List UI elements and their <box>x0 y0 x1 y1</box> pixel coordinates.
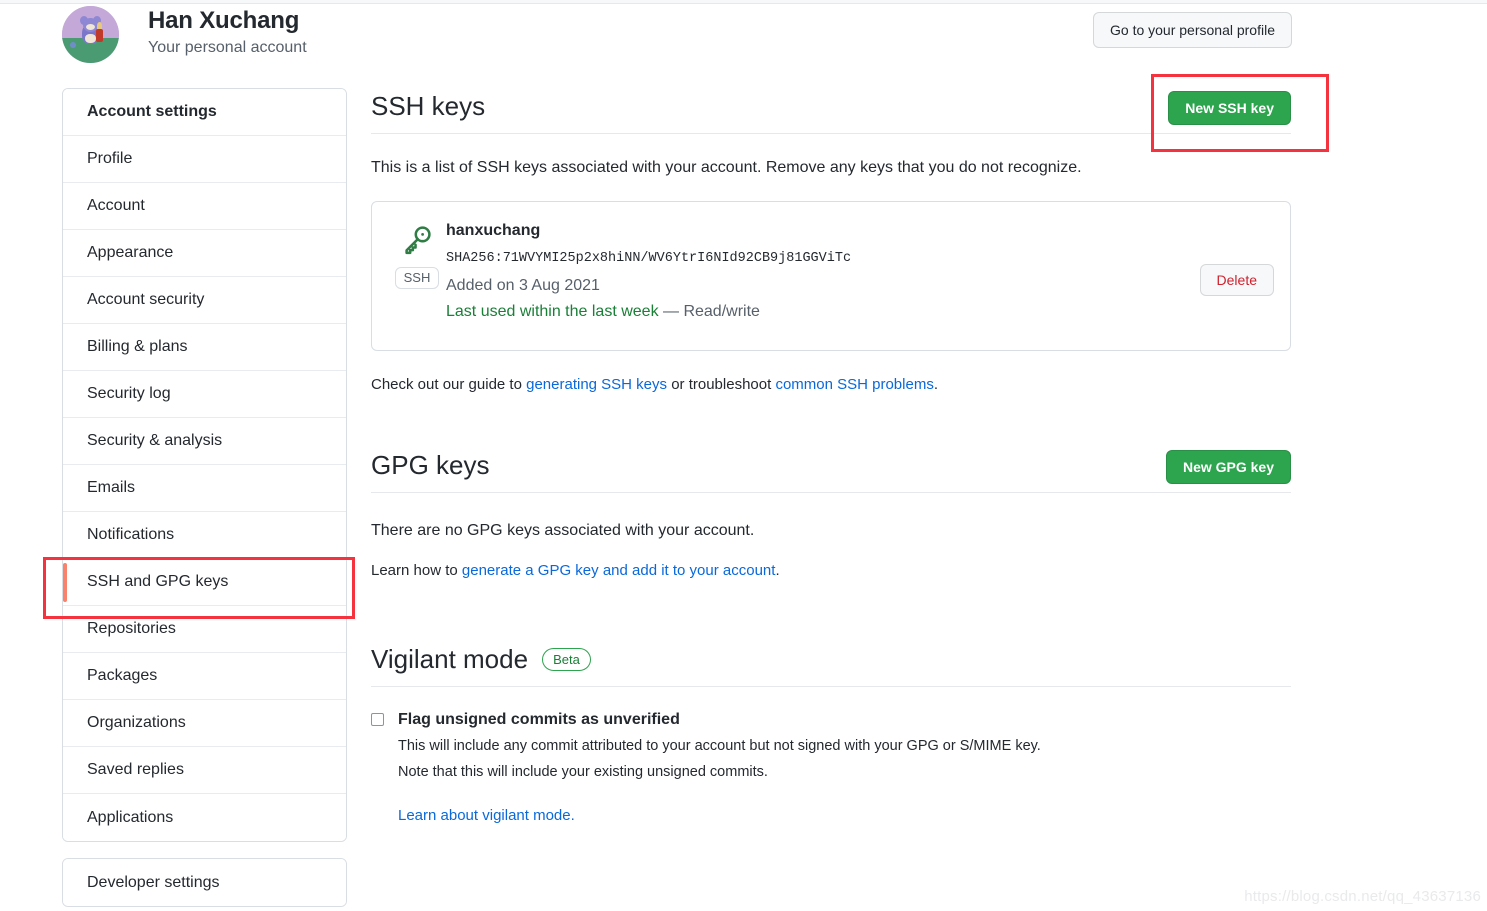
flag-unsigned-commits-texts: Flag unsigned commits as unverified This… <box>398 709 1041 783</box>
ssh-keys-section-header: SSH keys New SSH key <box>371 88 1291 134</box>
sidebar-item-developer-settings[interactable]: Developer settings <box>63 859 346 906</box>
sidebar-item-account-security[interactable]: Account security <box>63 277 346 324</box>
sidebar-item-ssh-and-gpg-keys[interactable]: SSH and GPG keys <box>63 559 346 606</box>
sidebar-item-notifications[interactable]: Notifications <box>63 512 346 559</box>
sidebar-item-packages[interactable]: Packages <box>63 653 346 700</box>
sidebar-item-saved-replies[interactable]: Saved replies <box>63 747 346 794</box>
settings-sidebar: Account settings Profile Account Appearance… <box>62 88 347 907</box>
ssh-key-last-used-text: Last used within the last week <box>446 303 659 320</box>
ssh-keys-title: SSH keys <box>371 91 486 121</box>
page-header: Han Xuchang Your personal account Go to … <box>62 4 1292 66</box>
new-ssh-key-button[interactable]: New SSH key <box>1168 91 1291 125</box>
sidebar-item-account[interactable]: Account <box>63 183 346 230</box>
account-subtitle: Your personal account <box>148 39 307 56</box>
sidebar-item-repositories[interactable]: Repositories <box>63 606 346 653</box>
ssh-type-badge: SSH <box>394 267 440 289</box>
ssh-key-card: SSH hanxuchang SHA256:71WVYMI25p2x8hiNN/… <box>371 201 1291 351</box>
gpg-keys-section-header: GPG keys New GPG key <box>371 447 1291 493</box>
sidebar-item-security-analysis[interactable]: Security & analysis <box>63 418 346 465</box>
ssh-key-fingerprint: SHA256:71WVYMI25p2x8hiNN/WV6YtrI6NId92CB… <box>446 251 852 266</box>
gpg-keys-title: GPG keys <box>371 450 490 480</box>
ssh-key-title[interactable]: hanxuchang <box>446 220 1274 242</box>
vigilant-mode-title: Vigilant mode <box>371 644 529 674</box>
new-gpg-key-button[interactable]: New GPG key <box>1165 450 1291 484</box>
gpg-learn-text: Learn how to generate a GPG key and add … <box>371 560 1291 581</box>
vigilant-mode-section-header: Vigilant mode Beta <box>371 641 1291 687</box>
account-name: Han Xuchang <box>148 7 300 34</box>
gpg-empty-message: There are no GPG keys associated with yo… <box>371 522 755 539</box>
sidebar-item-billing-plans[interactable]: Billing & plans <box>63 324 346 371</box>
gpg-keys-section: GPG keys New GPG key There are no GPG ke… <box>371 447 1291 581</box>
gpg-learn-prefix: Learn how to <box>371 562 462 579</box>
gpg-learn-suffix: . <box>775 562 780 579</box>
main-content: SSH keys New SSH key This is a list of S… <box>371 88 1291 826</box>
common-ssh-problems-link[interactable]: common SSH problems <box>775 376 933 393</box>
go-to-personal-profile-button[interactable]: Go to your personal profile <box>1093 12 1292 48</box>
ssh-keys-description: This is a list of SSH keys associated wi… <box>371 159 1082 176</box>
sidebar-item-applications[interactable]: Applications <box>63 794 346 841</box>
vigilant-mode-section: Vigilant mode Beta Flag unsigned commits… <box>371 641 1291 826</box>
ssh-guide-text: Check out our guide to generating SSH ke… <box>371 374 1291 395</box>
vigilant-learn-row: Learn about vigilant mode. <box>398 805 1291 826</box>
sidebar-developer-card: Developer settings <box>62 858 347 907</box>
sidebar-item-profile[interactable]: Profile <box>63 136 346 183</box>
sidebar-item-emails[interactable]: Emails <box>63 465 346 512</box>
flag-unsigned-commits-row: Flag unsigned commits as unverified This… <box>371 709 1291 783</box>
ssh-key-info: hanxuchang SHA256:71WVYMI25p2x8hiNN/WV6Y… <box>446 218 1274 323</box>
avatar-mouse-belly <box>85 34 96 43</box>
key-icon <box>401 224 433 261</box>
avatar-mouse-face <box>86 24 95 30</box>
avatar-prop <box>96 29 103 42</box>
avatar[interactable] <box>62 6 119 63</box>
ssh-key-last-used: Last used within the last week — Read/wr… <box>446 301 1274 323</box>
ssh-guide-prefix: Check out our guide to <box>371 376 527 393</box>
ssh-guide-middle: or troubleshoot <box>667 376 776 393</box>
sidebar-item-security-log[interactable]: Security log <box>63 371 346 418</box>
avatar-ball <box>70 42 76 48</box>
ssh-key-icon-column: SSH <box>388 218 446 289</box>
vigilant-note-line-1: This will include any commit attributed … <box>398 738 1041 754</box>
sidebar-nav-card: Account settings Profile Account Appearance… <box>62 88 347 842</box>
sidebar-item-appearance[interactable]: Appearance <box>63 230 346 277</box>
flag-unsigned-commits-checkbox[interactable] <box>371 713 384 726</box>
beta-badge: Beta <box>542 647 591 671</box>
ssh-guide-suffix: . <box>933 376 938 393</box>
sidebar-item-organizations[interactable]: Organizations <box>63 700 346 747</box>
vigilant-note-line-2: Note that this will include your existin… <box>398 764 768 780</box>
delete-ssh-key-button[interactable]: Delete <box>1199 264 1274 296</box>
learn-about-vigilant-mode-link[interactable]: Learn about vigilant mode. <box>398 807 575 824</box>
ssh-key-added-date: Added on 3 Aug 2021 <box>446 277 600 294</box>
generating-ssh-keys-link[interactable]: generating SSH keys <box>526 376 667 393</box>
flag-unsigned-commits-label[interactable]: Flag unsigned commits as unverified <box>398 709 1041 731</box>
watermark: https://blog.csdn.net/qq_43637136 <box>1244 888 1481 905</box>
ssh-key-access-level: — Read/write <box>658 303 760 320</box>
sidebar-heading-account-settings: Account settings <box>63 89 346 136</box>
generate-gpg-key-link[interactable]: generate a GPG key and add it to your ac… <box>462 562 776 579</box>
